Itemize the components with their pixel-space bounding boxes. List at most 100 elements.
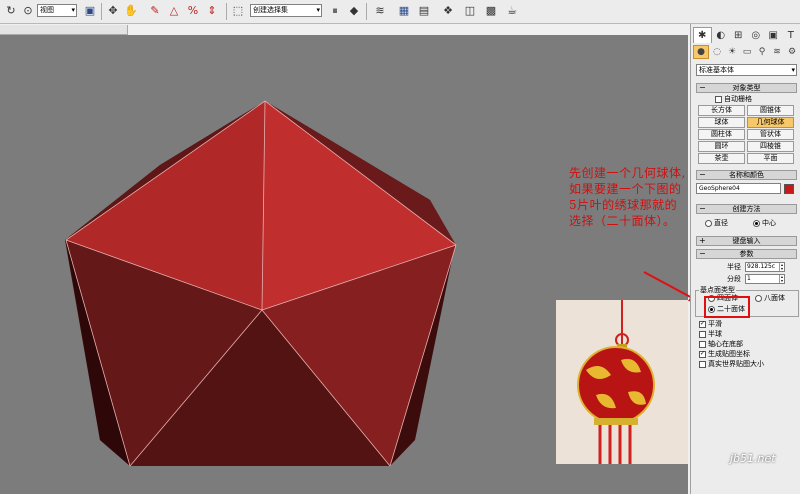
cone-button[interactable]: 圆锥体 bbox=[747, 105, 794, 116]
chevron-down-icon: ▾ bbox=[316, 6, 320, 14]
curve-editor-icon[interactable]: ▦ bbox=[396, 3, 412, 19]
schematic-view-icon[interactable]: ▤ bbox=[416, 3, 432, 19]
annotation-highlight-box bbox=[704, 296, 750, 318]
cameras-tab[interactable]: ▭ bbox=[740, 45, 754, 59]
spinner-snap-icon[interactable]: ⇕ bbox=[204, 3, 220, 19]
pyramid-button[interactable]: 四棱锥 bbox=[747, 141, 794, 152]
category-dropdown-value: 标准基本体 bbox=[699, 66, 734, 74]
tab-utilities[interactable]: T bbox=[783, 27, 800, 43]
keyboard-entry-title: 键盘输入 bbox=[732, 237, 761, 245]
systems-tab[interactable]: ⚙ bbox=[785, 45, 799, 59]
geometry-tab[interactable]: ● bbox=[693, 45, 709, 59]
create-category-tabs: ● ◌ ☀ ▭ ⚲ ≋ ⚙ bbox=[693, 45, 799, 59]
hemisphere-checkbox[interactable]: 半球 bbox=[699, 329, 722, 339]
angle-snap-icon[interactable]: △ bbox=[166, 3, 182, 19]
render-frame-icon[interactable]: ▩ bbox=[483, 3, 499, 19]
generate-mapping-label: 生成贴图坐标 bbox=[708, 350, 750, 358]
creation-method-rollout[interactable]: − 创建方法 bbox=[696, 204, 797, 214]
radio-circle bbox=[755, 294, 762, 302]
expand-icon: + bbox=[699, 236, 706, 245]
object-type-title: 对象类型 bbox=[732, 84, 761, 92]
chevron-down-icon: ▾ bbox=[791, 66, 795, 74]
named-selection-select[interactable]: 创建选择集 ▾ bbox=[250, 4, 322, 17]
render-setup-icon[interactable]: ◫ bbox=[462, 3, 478, 19]
octa-radio[interactable]: 八面体 bbox=[755, 293, 785, 303]
radius-label: 半径 bbox=[727, 263, 741, 271]
diameter-radio[interactable]: 直径 bbox=[705, 218, 728, 228]
spinner-arrows-icon[interactable]: ▴ ▾ bbox=[779, 275, 784, 283]
radio-circle bbox=[753, 219, 760, 227]
sphere-button[interactable]: 球体 bbox=[698, 117, 745, 128]
name-color-rollout[interactable]: − 名称和颜色 bbox=[696, 170, 797, 180]
box-button[interactable]: 长方体 bbox=[698, 105, 745, 116]
segments-label: 分段 bbox=[727, 275, 741, 283]
parameters-title: 参数 bbox=[739, 250, 754, 258]
spinner-arrows-icon[interactable]: ▴ ▾ bbox=[779, 263, 784, 271]
display-icon: ▣ bbox=[768, 29, 778, 41]
segments-spinner[interactable]: 1 ▴ ▾ bbox=[745, 274, 785, 284]
autogrid-label: 自动栅格 bbox=[724, 95, 752, 103]
tab-display[interactable]: ▣ bbox=[765, 27, 782, 43]
teapot-button[interactable]: 茶壶 bbox=[698, 153, 745, 164]
spacewarps-tab[interactable]: ≋ bbox=[770, 45, 784, 59]
keyboard-shortcut-icon[interactable]: ✋ bbox=[123, 3, 139, 19]
command-panel-tabs: ✱ ◐ ⊞ ◎ ▣ T bbox=[693, 27, 799, 43]
tab-motion[interactable]: ◎ bbox=[748, 27, 765, 43]
base-pivot-checkbox[interactable]: 轴心在底部 bbox=[699, 339, 743, 349]
manipulate-icon[interactable]: ✥ bbox=[105, 3, 121, 19]
plane-button[interactable]: 平面 bbox=[747, 153, 794, 164]
generate-mapping-checkbox[interactable]: ✓ 生成贴图坐标 bbox=[699, 349, 750, 359]
object-name-field[interactable]: GeoSphere04 bbox=[696, 183, 781, 194]
pivot-center-icon[interactable]: ▣ bbox=[82, 3, 98, 19]
secondary-toolbar bbox=[0, 25, 128, 35]
utilities-icon: T bbox=[787, 29, 794, 41]
helpers-tab[interactable]: ⚲ bbox=[755, 45, 769, 59]
geosphere-button[interactable]: 几何球体 bbox=[747, 117, 794, 128]
reference-coord-select[interactable]: 视图 ▾ bbox=[37, 4, 77, 17]
real-world-map-checkbox[interactable]: 真实世界贴图大小 bbox=[699, 359, 764, 369]
checkbox-box bbox=[699, 330, 706, 338]
material-editor-icon[interactable]: ❖ bbox=[440, 3, 456, 19]
keyboard-entry-rollout[interactable]: + 键盘输入 bbox=[696, 236, 797, 246]
radius-value: 928.125c bbox=[747, 263, 776, 270]
shapes-icon: ◌ bbox=[713, 47, 721, 57]
center-label: 中心 bbox=[762, 219, 776, 227]
quick-render-icon[interactable]: ☕ bbox=[504, 3, 520, 19]
checkbox-box: ✓ bbox=[699, 350, 706, 358]
tab-modify[interactable]: ◐ bbox=[713, 27, 730, 43]
spacewarp-icon: ≋ bbox=[773, 47, 781, 57]
torus-button[interactable]: 圆环 bbox=[698, 141, 745, 152]
base-pivot-label: 轴心在底部 bbox=[708, 340, 743, 348]
object-color-swatch[interactable] bbox=[784, 184, 794, 194]
toolbar-divider bbox=[101, 3, 102, 20]
chevron-down-icon: ▾ bbox=[71, 6, 75, 14]
cylinder-button[interactable]: 圆柱体 bbox=[698, 129, 745, 140]
align-icon[interactable]: ◆ bbox=[346, 3, 362, 19]
autogrid-checkbox[interactable]: 自动栅格 bbox=[715, 94, 752, 104]
watermark: jb51.net bbox=[730, 452, 776, 465]
shapes-tab[interactable]: ◌ bbox=[710, 45, 724, 59]
mirror-icon[interactable]: ⏸ bbox=[327, 3, 343, 19]
edit-named-selection-icon[interactable]: ⬚ bbox=[230, 3, 246, 19]
center-radio[interactable]: 中心 bbox=[753, 218, 776, 228]
tube-button[interactable]: 管状体 bbox=[747, 129, 794, 140]
named-selection-value: 创建选择集 bbox=[253, 6, 288, 14]
category-dropdown[interactable]: 标准基本体 ▾ bbox=[696, 64, 797, 76]
collapse-icon: − bbox=[699, 83, 706, 92]
parameters-rollout[interactable]: − 参数 bbox=[696, 249, 797, 259]
unlink-icon[interactable]: ⊙ bbox=[20, 3, 36, 19]
radius-spinner[interactable]: 928.125c ▴ ▾ bbox=[745, 262, 785, 272]
smooth-checkbox[interactable]: ✓ 平滑 bbox=[699, 319, 722, 329]
snap-toggle-icon[interactable]: ✎ bbox=[147, 3, 163, 19]
toolbar-divider bbox=[366, 3, 367, 20]
segments-value: 1 bbox=[747, 275, 751, 282]
select-link-icon[interactable]: ↻ bbox=[3, 3, 19, 19]
lights-tab[interactable]: ☀ bbox=[725, 45, 739, 59]
object-type-rollout[interactable]: − 对象类型 bbox=[696, 83, 797, 93]
diameter-label: 直径 bbox=[714, 219, 728, 227]
hemisphere-label: 半球 bbox=[708, 330, 722, 338]
tab-hierarchy[interactable]: ⊞ bbox=[730, 27, 747, 43]
tab-create[interactable]: ✱ bbox=[693, 27, 712, 43]
layer-manager-icon[interactable]: ≋ bbox=[372, 3, 388, 19]
percent-snap-icon[interactable]: % bbox=[185, 3, 201, 19]
